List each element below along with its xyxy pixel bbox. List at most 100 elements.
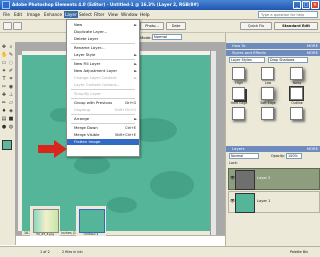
- menu-item-ungroup[interactable]: Ungroup Shift+Ctrl+G: [67, 107, 139, 113]
- mode-select[interactable]: Normal: [152, 34, 182, 40]
- menu-item-change-layer-content[interactable]: Change Layer Content ►: [67, 75, 139, 81]
- style-label: Soft Edge: [260, 101, 276, 105]
- style-swatch-9[interactable]: [290, 107, 303, 120]
- eraser-icon[interactable]: ▱: [8, 100, 14, 106]
- menu-view[interactable]: View: [108, 12, 118, 17]
- type-tool-icon[interactable]: T: [1, 76, 7, 82]
- photo-bin-thumb-2[interactable]: Untitled-1: [76, 206, 106, 236]
- menu-item-arrange[interactable]: Arrange ►: [67, 116, 139, 122]
- menu-item-new[interactable]: New ►: [67, 22, 139, 28]
- style-swatch-low[interactable]: [261, 67, 274, 80]
- move-tool-icon[interactable]: ✥: [1, 44, 7, 50]
- healing-brush-icon[interactable]: ✚: [1, 92, 7, 98]
- how-to-palette-header[interactable]: How To MORE: [226, 43, 320, 49]
- minimize-button[interactable]: _: [293, 1, 301, 9]
- menu-item-new-fill-layer[interactable]: New Fill Layer ►: [67, 61, 139, 67]
- menu-image[interactable]: Image: [27, 12, 40, 17]
- eyedropper-icon[interactable]: ✎: [8, 52, 14, 58]
- vertical-scrollbar[interactable]: [210, 51, 216, 235]
- menu-select[interactable]: Select: [79, 12, 92, 17]
- menu-separator: [71, 98, 135, 99]
- menu-item-layer-style[interactable]: Layer Style ►: [67, 52, 139, 58]
- style-swatch-7[interactable]: [232, 107, 245, 120]
- lasso-tool-icon[interactable]: ◌: [8, 60, 14, 66]
- style-swatch-8[interactable]: [261, 107, 274, 120]
- menu-item-flatten-image[interactable]: Flatten Image: [67, 139, 139, 145]
- menu-separator: [71, 89, 135, 90]
- close-button[interactable]: ×: [311, 1, 319, 9]
- menu-item-new-adjustment-layer[interactable]: New Adjustment Layer ►: [67, 68, 139, 74]
- foreground-color-swatch[interactable]: [2, 140, 12, 150]
- clone-stamp-icon[interactable]: ⊥: [8, 92, 14, 98]
- menu-help[interactable]: Help: [140, 12, 150, 17]
- menu-separator: [71, 114, 135, 115]
- standard-edit-button[interactable]: Standard Edit: [274, 22, 318, 30]
- shape-tool-icon[interactable]: ■: [8, 116, 14, 122]
- layer-thumbnail: [235, 193, 255, 213]
- menu-item-duplicate-layer[interactable]: Duplicate Layer...: [67, 29, 139, 35]
- lock-label: Lock:: [229, 161, 238, 165]
- paint-bucket-icon[interactable]: ◈: [8, 108, 14, 114]
- opacity-input[interactable]: 100%: [286, 153, 302, 159]
- date-view-button[interactable]: Date: [166, 22, 186, 30]
- gradient-icon[interactable]: ▤: [1, 116, 7, 122]
- maximize-button[interactable]: □: [302, 1, 310, 9]
- menu-item-delete-layer[interactable]: Delete Layer: [67, 36, 139, 42]
- red-arrow-icon: [38, 140, 67, 158]
- menu-layer[interactable]: Layer: [64, 11, 78, 18]
- style-category-select[interactable]: Layer Styles: [229, 57, 265, 63]
- menu-item-simplify-layer[interactable]: Simplify Layer: [67, 91, 139, 97]
- layer-row-layer-1[interactable]: 👁 Layer 1: [228, 191, 320, 213]
- title-bar: Adobe Photoshop Elements 4.0 (Editor) - …: [0, 0, 320, 10]
- layer-thumbnail: [235, 170, 255, 190]
- new-icon[interactable]: [3, 22, 12, 30]
- marquee-tool-icon[interactable]: ▭: [1, 60, 7, 66]
- sponge-tool-icon[interactable]: ◍: [8, 124, 14, 130]
- help-search-input[interactable]: Type a question for help: [258, 11, 318, 18]
- menu-item-group-with-previous[interactable]: Group with Previous Ctrl+G: [67, 100, 139, 106]
- brush-icon[interactable]: ♦: [1, 108, 7, 114]
- hand-tool-icon[interactable]: ✋: [1, 52, 7, 58]
- layer-menu: New ► Duplicate Layer... Delete Layer Ren…: [66, 19, 140, 157]
- menu-item-layer-content-options[interactable]: Layer Content Options...: [67, 82, 139, 88]
- layer-name: Layer 1: [257, 199, 271, 203]
- palette-bin-toggle[interactable]: Palette Bin: [290, 250, 308, 254]
- menu-separator: [71, 59, 135, 60]
- menu-item-merge-down[interactable]: Merge Down Ctrl+E: [67, 125, 139, 131]
- style-swatch-high[interactable]: [232, 67, 245, 80]
- status-page: 1 of 2: [40, 250, 50, 254]
- blur-tool-icon[interactable]: ●: [1, 124, 7, 130]
- menu-edit[interactable]: Edit: [14, 12, 22, 17]
- blend-mode-select[interactable]: Normal: [229, 153, 259, 159]
- menu-file[interactable]: File: [3, 12, 10, 17]
- style-swatch-outline[interactable]: [290, 87, 303, 100]
- style-swatch-hard-edge[interactable]: [232, 87, 245, 100]
- style-swatch-soft-edge[interactable]: [261, 87, 274, 100]
- style-library-select[interactable]: Drop Shadows: [268, 57, 308, 63]
- menu-item-merge-visible[interactable]: Merge Visible Shift+Ctrl+E: [67, 132, 139, 138]
- cookie-cutter-icon[interactable]: ✂: [1, 84, 7, 90]
- selection-brush-icon[interactable]: ✐: [8, 68, 14, 74]
- pencil-icon[interactable]: ✏: [1, 100, 7, 106]
- styles-palette-header[interactable]: Styles and Effects MORE: [226, 50, 320, 56]
- style-swatch-noisy[interactable]: [290, 67, 303, 80]
- open-icon[interactable]: [13, 22, 22, 30]
- red-eye-icon[interactable]: ◉: [8, 84, 14, 90]
- menu-enhance[interactable]: Enhance: [44, 12, 62, 17]
- menu-item-rename-layer[interactable]: Rename Layer...: [67, 45, 139, 51]
- photo-browser-button[interactable]: Photo...: [140, 22, 164, 30]
- zoom-tool-icon[interactable]: ⌕: [8, 44, 14, 50]
- photo-bin-thumb-1[interactable]: 30_43_4.jpg: [30, 206, 60, 236]
- thumb-label: 30_43_4.jpg: [35, 232, 55, 236]
- crop-tool-icon[interactable]: ⌗: [8, 76, 14, 82]
- menu-window[interactable]: Window: [121, 12, 138, 17]
- thumb-image: [79, 209, 105, 233]
- status-bar: 1 of 2 2 files in bin Palette Bin: [0, 246, 320, 257]
- menu-filter[interactable]: Filter: [94, 12, 104, 17]
- toolbox: ✥ ⌕ ✋ ✎ ▭ ◌ ✦ ✐ T ⌗ ✂ ◉ ✚ ⊥ ✏ ▱ ♦ ◈ ▤ ■ …: [0, 42, 16, 245]
- layer-row-layer-2[interactable]: 👁 Layer 2: [228, 168, 320, 190]
- layers-palette-header[interactable]: Layers MORE: [226, 146, 320, 152]
- quick-fix-button[interactable]: Quick Fix: [240, 22, 272, 30]
- palette-bin: How To MORE Styles and Effects MORE Layer …: [225, 33, 320, 256]
- magic-wand-icon[interactable]: ✦: [1, 68, 7, 74]
